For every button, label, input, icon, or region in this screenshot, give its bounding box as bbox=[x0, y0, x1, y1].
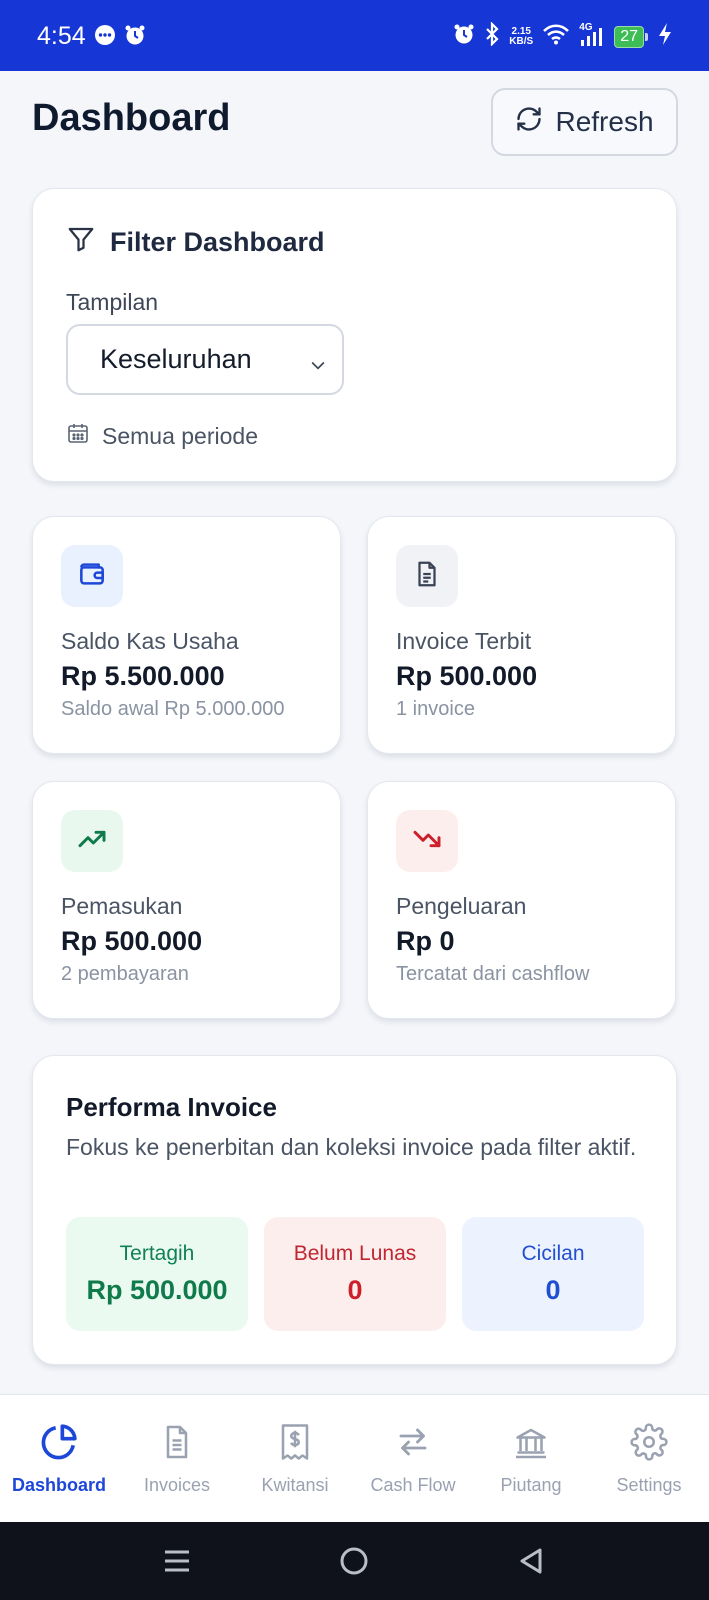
wallet-icon bbox=[76, 558, 108, 595]
stat-note: 1 invoice bbox=[396, 698, 475, 720]
chevron-down-icon bbox=[308, 351, 328, 382]
filter-icon bbox=[66, 224, 96, 261]
alarm-notification-icon bbox=[124, 24, 146, 51]
status-time: 4:54 bbox=[37, 22, 86, 50]
stat-label: Pemasukan bbox=[61, 893, 183, 919]
performance-card: Performa Invoice Fokus ke penerbitan dan… bbox=[32, 1055, 677, 1365]
nav-settings[interactable]: Settings bbox=[590, 1421, 708, 1496]
stat-note: Tercatat dari cashflow bbox=[396, 963, 590, 985]
unpaid-value: 0 bbox=[347, 1275, 363, 1305]
stat-card-pengeluaran: Pengeluaran Rp 0 Tercatat dari cashflow bbox=[367, 781, 676, 1019]
performance-title: Performa Invoice bbox=[66, 1092, 277, 1122]
trending-down-icon bbox=[411, 823, 443, 860]
network-speed: 2.15 KB/S bbox=[509, 25, 534, 47]
back-icon[interactable] bbox=[516, 1546, 546, 1581]
nav-invoices[interactable]: Invoices bbox=[118, 1421, 236, 1496]
home-icon[interactable] bbox=[339, 1546, 369, 1581]
signal-icon: 4G bbox=[579, 22, 605, 48]
refresh-icon bbox=[515, 105, 543, 140]
period-text: Semua periode bbox=[102, 422, 258, 449]
page-title: Dashboard bbox=[32, 97, 231, 139]
wifi-icon bbox=[542, 23, 570, 50]
view-label: Tampilan bbox=[66, 289, 159, 315]
stat-value: Rp 500.000 bbox=[61, 926, 203, 956]
receipt-icon bbox=[236, 1421, 354, 1463]
filter-title: Filter Dashboard bbox=[110, 227, 325, 257]
view-select[interactable]: Keseluruhan bbox=[66, 324, 344, 395]
nav-cash-flow[interactable]: Cash Flow bbox=[354, 1421, 472, 1496]
unpaid-box: Belum Lunas 0 bbox=[264, 1217, 446, 1331]
nav-dashboard[interactable]: Dashboard bbox=[0, 1421, 118, 1496]
file-icon bbox=[118, 1421, 236, 1463]
system-nav-bar bbox=[0, 1522, 709, 1600]
battery-indicator: 27 bbox=[614, 25, 648, 48]
collected-label: Tertagih bbox=[119, 1242, 195, 1265]
pie-chart-icon bbox=[0, 1421, 118, 1463]
stat-value: Rp 0 bbox=[396, 926, 455, 956]
bank-icon bbox=[472, 1421, 590, 1463]
arrows-icon bbox=[354, 1421, 472, 1463]
view-selected-value: Keseluruhan bbox=[100, 344, 252, 374]
stat-value: Rp 5.500.000 bbox=[61, 661, 225, 691]
nav-kwitansi[interactable]: Kwitansi bbox=[236, 1421, 354, 1496]
stat-label: Saldo Kas Usaha bbox=[61, 628, 239, 654]
stat-note: Saldo awal Rp 5.000.000 bbox=[61, 698, 285, 720]
bluetooth-icon bbox=[484, 21, 500, 51]
installment-box: Cicilan 0 bbox=[462, 1217, 644, 1331]
refresh-button[interactable]: Refresh bbox=[491, 88, 678, 156]
collected-value: Rp 500.000 bbox=[86, 1275, 228, 1305]
stat-label: Pengeluaran bbox=[396, 893, 527, 919]
performance-description: Fokus ke penerbitan dan koleksi invoice … bbox=[66, 1134, 637, 1160]
trending-up-icon bbox=[76, 823, 108, 860]
stat-card-pemasukan: Pemasukan Rp 500.000 2 pembayaran bbox=[32, 781, 341, 1019]
collected-box: Tertagih Rp 500.000 bbox=[66, 1217, 248, 1331]
chat-notification-icon bbox=[94, 24, 116, 51]
installment-value: 0 bbox=[545, 1275, 561, 1305]
unpaid-label: Belum Lunas bbox=[293, 1242, 417, 1265]
document-icon bbox=[412, 559, 442, 594]
filter-card: Filter Dashboard Tampilan Keseluruhan Se… bbox=[32, 188, 677, 482]
menu-icon[interactable] bbox=[162, 1546, 192, 1581]
charging-icon bbox=[657, 22, 673, 51]
stat-value: Rp 500.000 bbox=[396, 661, 538, 691]
refresh-label: Refresh bbox=[555, 106, 654, 137]
stat-card-invoice: Invoice Terbit Rp 500.000 1 invoice bbox=[367, 516, 676, 754]
stat-note: 2 pembayaran bbox=[61, 963, 189, 985]
stat-label: Invoice Terbit bbox=[396, 628, 532, 654]
stat-card-saldo: Saldo Kas Usaha Rp 5.500.000 Saldo awal … bbox=[32, 516, 341, 754]
gear-icon bbox=[590, 1421, 708, 1463]
alarm-icon bbox=[453, 23, 475, 50]
installment-label: Cicilan bbox=[521, 1242, 585, 1265]
nav-piutang[interactable]: Piutang bbox=[472, 1421, 590, 1496]
calendar-icon bbox=[66, 421, 90, 451]
status-bar: 4:54 2.15 KB/S 4G 27 bbox=[0, 0, 709, 71]
bottom-nav: Dashboard Invoices Kwitansi Cash Flow Pi… bbox=[0, 1394, 709, 1522]
